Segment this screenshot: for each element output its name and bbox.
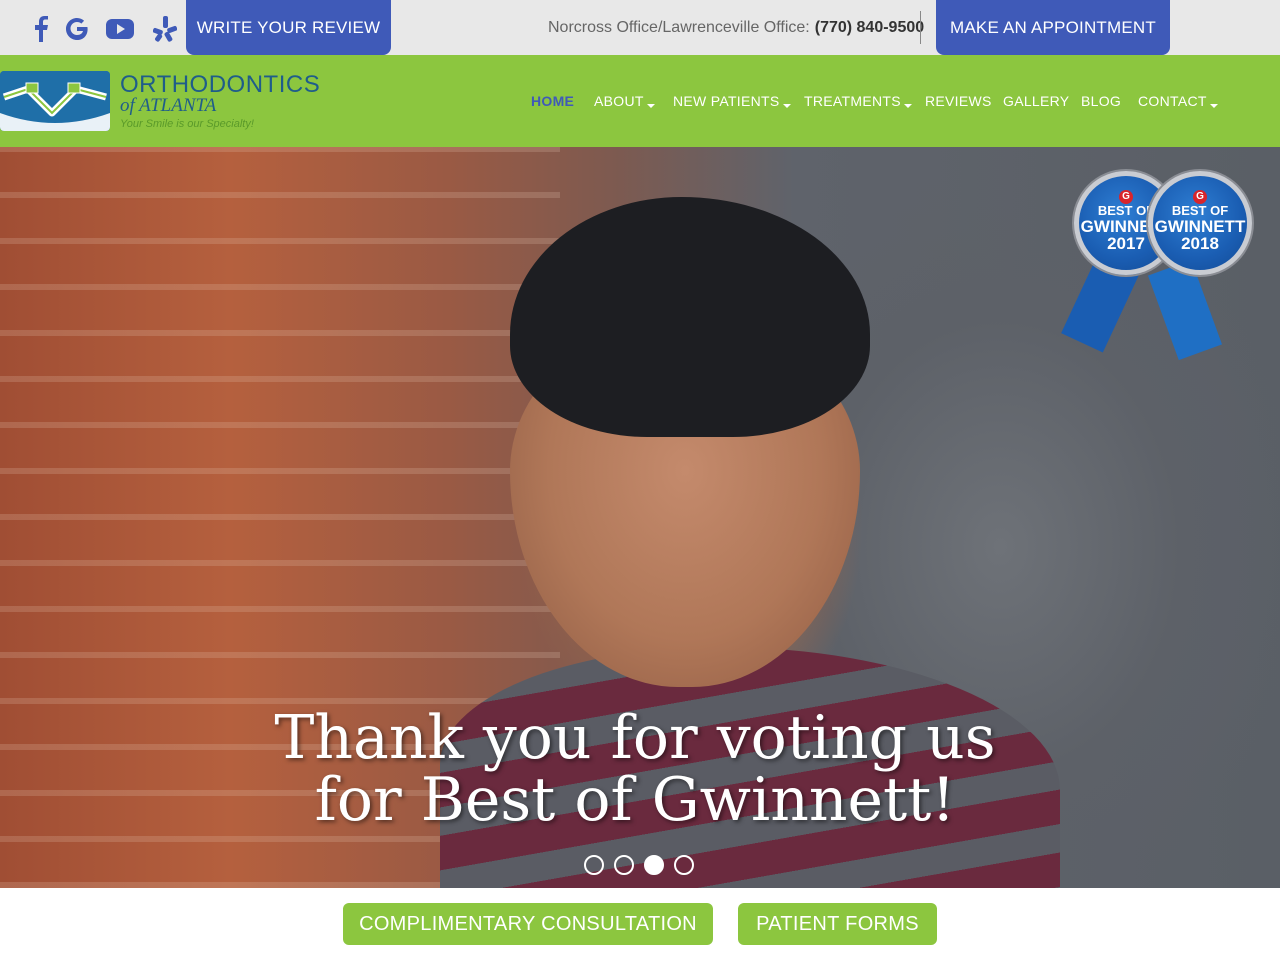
nav-treatments-label: TREATMENTS — [804, 93, 901, 109]
best-of-gwinnett-2018-badge: G BEST OF GWINNETT 2018 — [1148, 171, 1252, 275]
badge-line1: BEST OF — [1171, 203, 1229, 218]
badge-line2: GWINNETT — [1154, 217, 1246, 236]
chevron-down-icon — [782, 103, 791, 108]
main-navbar: ORTHODONTICS of ATLANTA Your Smile is ou… — [0, 55, 1280, 147]
patient-forms-button[interactable]: PATIENT FORMS — [738, 903, 937, 945]
nav-contact[interactable]: CONTACT — [1138, 55, 1218, 147]
badge-line3: 2018 — [1181, 234, 1219, 253]
hero-headline-line2: for Best of Gwinnett! — [314, 765, 956, 835]
youtube-icon[interactable] — [103, 12, 137, 46]
nav-about-label: ABOUT — [594, 93, 644, 109]
yelp-icon[interactable] — [148, 12, 182, 46]
nav-new-patients-label: NEW PATIENTS — [673, 93, 780, 109]
nav-gallery-label: GALLERY — [1003, 93, 1070, 109]
logo-tagline: Your Smile is our Specialty! — [120, 118, 254, 130]
nav-contact-label: CONTACT — [1138, 93, 1207, 109]
make-appointment-button[interactable]: MAKE AN APPOINTMENT — [936, 0, 1170, 55]
slider-dot-2[interactable] — [614, 855, 634, 875]
nav-new-patients[interactable]: NEW PATIENTS — [673, 55, 791, 147]
nav-blog[interactable]: BLOG — [1081, 55, 1121, 147]
top-bar: WRITE YOUR REVIEW Norcross Office/Lawren… — [0, 0, 1280, 55]
nav-blog-label: BLOG — [1081, 93, 1122, 109]
google-icon[interactable] — [60, 12, 94, 46]
slider-dot-4[interactable] — [674, 855, 694, 875]
nav-reviews[interactable]: REVIEWS — [925, 55, 992, 147]
chevron-down-icon — [903, 103, 912, 108]
slider-dot-1[interactable] — [584, 855, 604, 875]
slider-dot-3[interactable] — [644, 855, 664, 875]
hero-headline: Thank you for voting us for Best of Gwin… — [0, 707, 1270, 831]
nav-treatments[interactable]: TREATMENTS — [804, 55, 912, 147]
nav-reviews-label: REVIEWS — [925, 93, 992, 109]
hero-slider: G BEST OF GWINNETT 2017 G BEST OF GWINNE… — [0, 147, 1280, 888]
hero-photo-hair — [510, 197, 870, 437]
site-logo[interactable]: ORTHODONTICS of ATLANTA Your Smile is ou… — [0, 71, 340, 133]
nav-gallery[interactable]: GALLERY — [1003, 55, 1069, 147]
office-label: Norcross Office/Lawrenceville Office: — [548, 18, 810, 36]
cta-bar: COMPLIMENTARY CONSULTATION PATIENT FORMS — [0, 888, 1280, 960]
logo-subtitle: of ATLANTA — [120, 95, 217, 116]
write-review-button[interactable]: WRITE YOUR REVIEW — [186, 0, 391, 55]
hero-headline-line1: Thank you for voting us — [274, 703, 996, 773]
chevron-down-icon — [1209, 103, 1218, 108]
topbar-divider — [920, 11, 921, 44]
nav-home-label: HOME — [531, 93, 575, 109]
chevron-down-icon — [646, 103, 655, 108]
logo-mark-icon — [0, 71, 110, 131]
badge-g-icon: G — [1119, 190, 1133, 204]
phone-number[interactable]: (770) 840-9500 — [815, 19, 924, 37]
office-contact: Norcross Office/Lawrenceville Office: (7… — [548, 0, 924, 55]
ribbon-2018 — [1147, 259, 1223, 361]
complimentary-consultation-button[interactable]: COMPLIMENTARY CONSULTATION — [343, 903, 713, 945]
slider-dots — [584, 855, 694, 875]
nav-home[interactable]: HOME — [531, 55, 574, 147]
facebook-icon[interactable] — [24, 12, 58, 46]
nav-about[interactable]: ABOUT — [594, 55, 655, 147]
badge-g-icon: G — [1193, 190, 1207, 204]
